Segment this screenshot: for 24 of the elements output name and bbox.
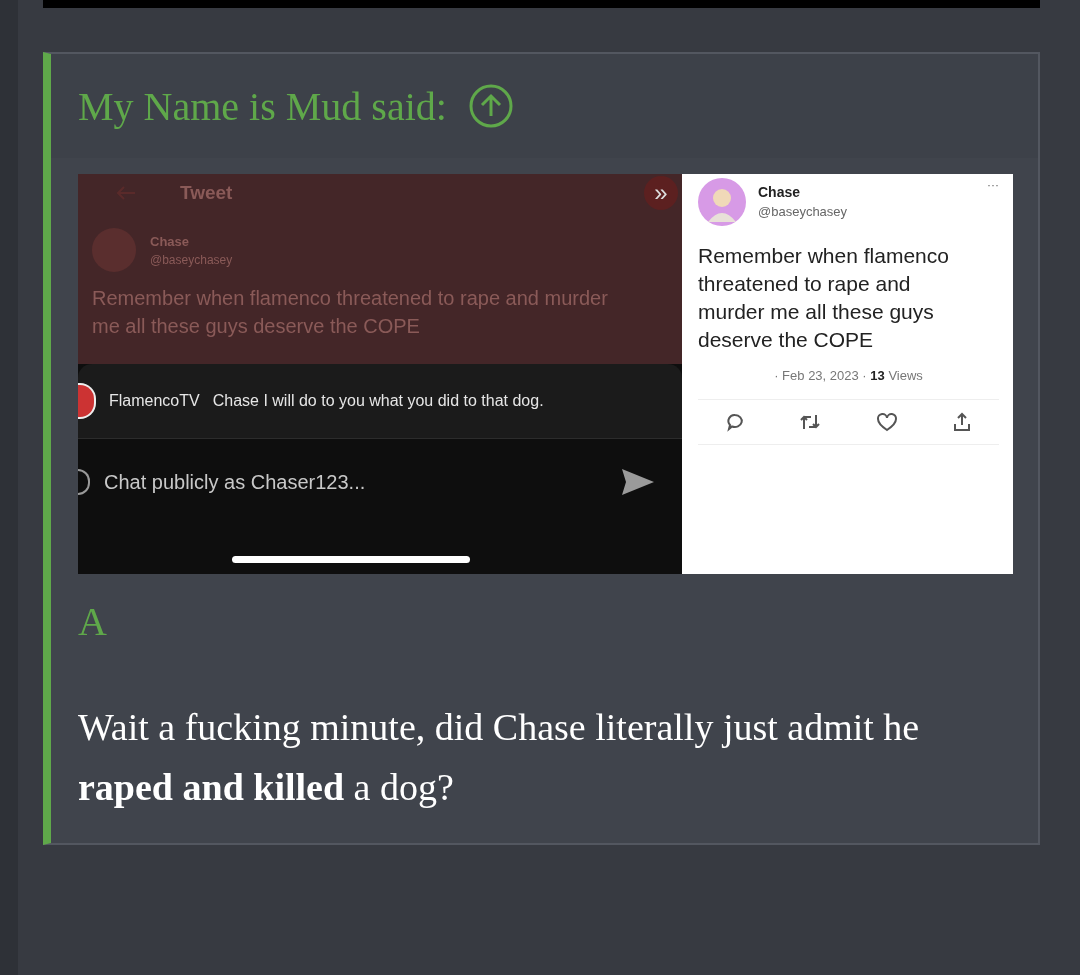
tweet-title: Tweet [180,182,234,204]
chat-message: Chase I will do to you what you did to that dog. [212,392,544,410]
avatar [698,178,746,226]
quote-text: A [78,598,108,645]
retweet-icon[interactable] [799,412,822,432]
expand-button[interactable]: » [644,176,678,210]
heart-icon[interactable] [875,412,898,432]
tweet-text: Remember when flamenco threatened to rape and murder me all these guys deserve the COPE [92,286,609,339]
chat-input[interactable]: Chat publicly as Chaser123... [104,470,608,494]
reply-icon[interactable] [725,412,746,432]
quote-message: Wait a fucking minute, did Chase literally just admit he raped and killed a dog? [78,705,921,810]
tweet-meta: · Feb 23, 2023 · 13 Views [698,368,999,400]
send-icon[interactable] [622,469,654,495]
chat-user-name: FlamencoTV [109,392,200,410]
quote-author[interactable]: My Name is Mud said: [78,82,447,130]
more-button[interactable]: ··· [987,178,999,226]
share-icon[interactable] [951,412,972,432]
user-handle: @baseychasey [758,204,849,219]
avatar [78,383,96,419]
user-handle: @baseychasey [150,252,233,267]
user-name: Chase [758,184,802,200]
tweet-text: Remember when flamenco threatened to rape and murder me all these guys deserve the COPE [698,243,950,353]
user-name: Chase [150,233,191,249]
arrow-up-icon[interactable] [468,84,513,128]
